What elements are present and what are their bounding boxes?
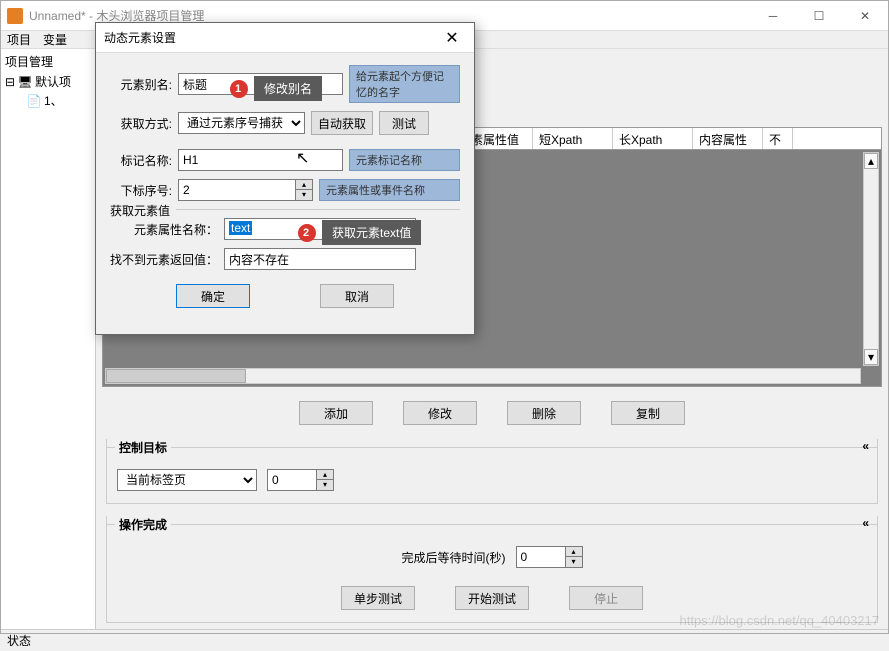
wait-label: 完成后等待时间(秒): [402, 549, 506, 566]
minimize-button[interactable]: ─: [750, 1, 796, 31]
collapse-icon[interactable]: «: [862, 439, 869, 453]
method-select[interactable]: 通过元素序号捕获: [178, 112, 305, 134]
scroll-thumb[interactable]: [106, 369, 246, 383]
attr-name-value: text: [229, 221, 252, 235]
monitor-icon: 🖥: [18, 75, 32, 89]
th-longxpath[interactable]: 长Xpath: [613, 128, 693, 149]
tagname-hint: 元素标记名称: [349, 149, 460, 171]
alias-hint: 给元素起个方便记忆的名字: [349, 65, 460, 103]
th-contentattr[interactable]: 内容属性: [693, 128, 763, 149]
file-icon: 📄: [27, 94, 41, 108]
auto-get-button[interactable]: 自动获取: [311, 111, 373, 135]
delete-button[interactable]: 删除: [507, 401, 581, 425]
scroll-up-icon[interactable]: ▴: [864, 153, 878, 169]
index-spinner-up-icon[interactable]: ▴: [296, 180, 312, 190]
index-input[interactable]: [178, 179, 296, 201]
sidebar: 项目管理 ⊟ 🖥 默认项 📄 1、: [1, 49, 96, 629]
spinner-up-icon-2[interactable]: ▴: [566, 547, 582, 557]
close-button[interactable]: ✕: [842, 1, 888, 31]
dialog-close-icon[interactable]: ✕: [438, 28, 466, 48]
fallback-label: 找不到元素返回值：: [110, 251, 218, 268]
tree-child-label: 1、: [44, 92, 63, 109]
alias-label: 元素别名:: [110, 76, 172, 93]
wait-time-input[interactable]: [516, 546, 566, 568]
project-tree: ⊟ 🖥 默认项 📄 1、: [1, 72, 95, 110]
menu-variable[interactable]: 变量: [43, 31, 67, 48]
stop-button[interactable]: 停止: [569, 586, 643, 610]
th-shortxpath[interactable]: 短Xpath: [533, 128, 613, 149]
watermark: https://blog.csdn.net/qq_40403217: [680, 613, 880, 628]
target-index-input[interactable]: [267, 469, 317, 491]
cursor-icon: ↖: [296, 148, 309, 168]
control-target-group: 控制目标 « 当前标签页 ▴ ▾: [106, 439, 878, 504]
spinner-down-icon-2[interactable]: ▾: [566, 557, 582, 567]
table-buttons: 添加 修改 删除 复制: [96, 393, 888, 433]
tree-child[interactable]: 📄 1、: [5, 91, 95, 110]
spinner-down-icon[interactable]: ▾: [317, 480, 333, 490]
method-label: 获取方式:: [110, 115, 172, 132]
scroll-down-icon[interactable]: ▾: [864, 349, 878, 365]
group-legend-target: 控制目标: [115, 439, 171, 456]
dialog-title: 动态元素设置: [104, 29, 438, 46]
group-legend-done: 操作完成: [115, 516, 171, 533]
target-index-spinner[interactable]: ▴ ▾: [267, 469, 334, 491]
wait-time-spinner[interactable]: ▴ ▾: [516, 546, 583, 568]
fieldset-legend: 获取元素值: [110, 202, 176, 219]
test-button[interactable]: 测试: [379, 111, 429, 135]
target-tab-select[interactable]: 当前标签页: [117, 469, 257, 491]
tree-root-label: 默认项: [35, 73, 71, 90]
operation-done-group: 操作完成 « 完成后等待时间(秒) ▴ ▾ 单步测试 开始测试 停止: [106, 516, 878, 623]
status-text: 状态: [7, 634, 31, 648]
vertical-scrollbar[interactable]: ▴ ▾: [863, 152, 879, 366]
ok-button[interactable]: 确定: [176, 284, 250, 308]
callout-2-text: 获取元素text值: [332, 226, 411, 240]
menu-project[interactable]: 项目: [7, 31, 31, 48]
maximize-button[interactable]: ☐: [796, 1, 842, 31]
index-spinner-down-icon[interactable]: ▾: [296, 190, 312, 200]
attr-name-label: 元素属性名称：: [110, 221, 218, 238]
collapse-icon-2[interactable]: «: [862, 516, 869, 530]
callout-1: 1 修改别名: [254, 76, 322, 101]
app-icon: [7, 8, 23, 24]
spinner-up-icon[interactable]: ▴: [317, 470, 333, 480]
edit-button[interactable]: 修改: [403, 401, 477, 425]
index-hint: 元素属性或事件名称: [319, 179, 460, 201]
step-test-button[interactable]: 单步测试: [341, 586, 415, 610]
dynamic-element-dialog: 动态元素设置 ✕ 元素别名: 给元素起个方便记忆的名字 获取方式: 通过元素序号…: [95, 22, 475, 335]
callout-1-text: 修改别名: [264, 82, 312, 96]
callout-2: 2 获取元素text值: [322, 220, 421, 245]
tagname-input[interactable]: [178, 149, 343, 171]
index-label: 下标序号:: [110, 182, 172, 199]
dialog-titlebar: 动态元素设置 ✕: [96, 23, 474, 53]
start-test-button[interactable]: 开始测试: [455, 586, 529, 610]
cancel-button[interactable]: 取消: [320, 284, 394, 308]
th-extra[interactable]: 不: [763, 128, 793, 149]
horizontal-scrollbar[interactable]: [105, 368, 861, 384]
copy-button[interactable]: 复制: [611, 401, 685, 425]
fallback-input[interactable]: [224, 248, 416, 270]
tagname-label: 标记名称:: [110, 152, 172, 169]
tree-root[interactable]: ⊟ 🖥 默认项: [5, 72, 95, 91]
add-button[interactable]: 添加: [299, 401, 373, 425]
statusbar: 状态: [1, 629, 888, 651]
tree-toggle-icon[interactable]: ⊟: [5, 75, 15, 89]
sidebar-header: 项目管理: [1, 51, 95, 72]
